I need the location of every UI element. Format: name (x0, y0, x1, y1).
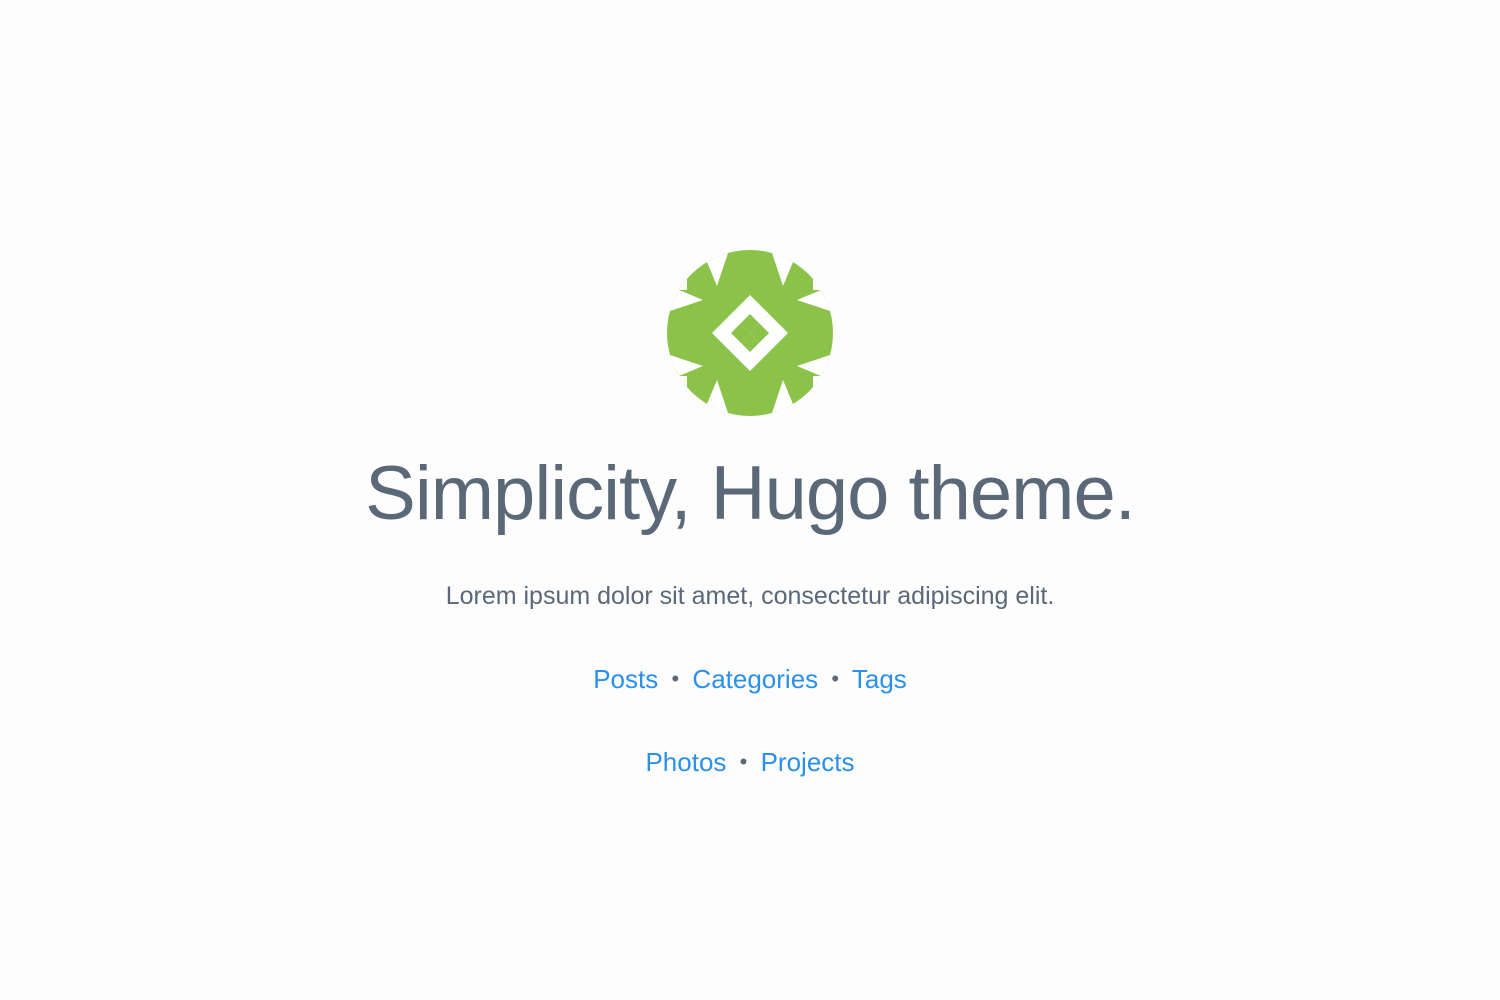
nav-separator: • (831, 666, 840, 691)
home-page: Simplicity, Hugo theme. Lorem ipsum dolo… (0, 0, 1500, 1000)
nav-link-posts[interactable]: Posts (593, 664, 658, 694)
nav-link-photos[interactable]: Photos (645, 747, 726, 777)
nav-separator: • (739, 749, 748, 774)
nav-link-categories[interactable]: Categories (692, 664, 818, 694)
nav-separator: • (671, 666, 680, 691)
geometric-pattern-avatar-icon (667, 250, 833, 416)
main-nav: Posts • Categories • Tags (0, 661, 1500, 699)
page-title: Simplicity, Hugo theme. (365, 451, 1136, 536)
nav-link-tags[interactable]: Tags (852, 664, 907, 694)
site-tagline: Lorem ipsum dolor sit amet, consectetur … (445, 582, 1055, 610)
nav-link-projects[interactable]: Projects (761, 747, 855, 777)
secondary-nav: Photos • Projects (0, 744, 1500, 782)
